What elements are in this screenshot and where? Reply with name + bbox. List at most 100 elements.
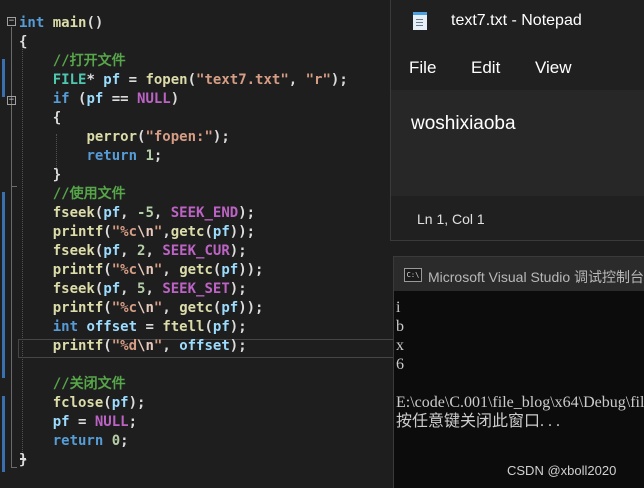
code-token: "fopen:" (145, 129, 213, 145)
code-token: ( (103, 300, 112, 316)
code-token: ); (229, 243, 247, 259)
code-token: //关闭文件 (52, 376, 126, 392)
code-token: , (162, 262, 180, 278)
code-token: 1 (145, 148, 154, 164)
code-token: ftell (162, 319, 205, 335)
console-titlebar[interactable]: C:\ Microsoft Visual Studio 调试控制台 (394, 257, 644, 291)
code-token: pf (103, 243, 121, 259)
code-token: ( (103, 262, 112, 278)
code-token: //打开文件 (52, 53, 126, 69)
code-token: \n (137, 338, 154, 354)
debug-console-window[interactable]: C:\ Microsoft Visual Studio 调试控制台 i b x … (393, 256, 644, 488)
notepad-titlebar[interactable]: text7.txt - Notepad (391, 0, 644, 44)
code-token: ); (330, 72, 348, 88)
notepad-text-area[interactable]: woshixiaoba (391, 90, 644, 196)
code-line[interactable]: FILE* pf = fopen("text7.txt", "r"); (19, 71, 348, 90)
console-icon: C:\ (404, 268, 422, 282)
code-token: ( (69, 91, 87, 107)
code-token: )); (238, 262, 264, 278)
code-line[interactable]: if (pf == NULL) (19, 90, 179, 109)
code-line[interactable]: //使用文件 (19, 185, 126, 204)
code-line[interactable]: //打开文件 (19, 52, 126, 71)
code-line[interactable]: perror("fopen:"); (19, 128, 229, 147)
console-line: 按任意键关闭此窗口. . . (396, 413, 561, 430)
code-token: , (153, 205, 171, 221)
code-line[interactable]: fclose(pf); (19, 394, 146, 413)
code-token: pf (212, 224, 230, 240)
code-line[interactable]: } (19, 166, 61, 185)
watermark: CSDN @xboll2020 (507, 463, 617, 478)
code-line[interactable]: printf("%d\n", offset); (19, 337, 247, 356)
notepad-window[interactable]: text7.txt - Notepad File Edit View woshi… (390, 0, 644, 241)
code-token: fopen (145, 72, 188, 88)
code-token: = (137, 319, 163, 335)
fold-toggle-icon[interactable]: − (7, 96, 16, 105)
notepad-title: text7.txt - Notepad (451, 12, 582, 29)
console-line: 6 (396, 356, 404, 373)
code-token: { (19, 34, 28, 50)
menu-edit[interactable]: Edit (471, 58, 500, 78)
change-marker (2, 192, 5, 378)
code-line[interactable]: int offset = ftell(pf); (19, 318, 247, 337)
code-token: "%c (111, 224, 138, 240)
code-token: printf (52, 262, 104, 278)
code-token: printf (52, 300, 104, 316)
code-token: if (52, 91, 70, 107)
notepad-text: woshixiaoba (411, 113, 516, 134)
code-token: )); (238, 300, 264, 316)
code-token: return (86, 148, 138, 164)
code-token: NULL (137, 91, 171, 107)
menu-file[interactable]: File (409, 58, 436, 78)
code-line[interactable]: return 0; (19, 432, 129, 451)
code-token: fseek (52, 281, 95, 297)
code-token: ( (204, 319, 213, 335)
code-token: ); (229, 338, 247, 354)
code-token: pf (103, 281, 121, 297)
menu-view[interactable]: View (535, 58, 572, 78)
code-line[interactable]: fseek(pf, -5, SEEK_END); (19, 204, 255, 223)
console-output: i b x 6 E:\code\C.001\file_blog\x64\Debu… (396, 298, 644, 431)
code-token: ); (229, 319, 247, 335)
code-line[interactable]: //关闭文件 (19, 375, 126, 394)
notepad-menubar: File Edit View (391, 44, 644, 90)
code-token: ( (187, 72, 197, 88)
code-line[interactable]: printf("%c\n", getc(pf)); (19, 261, 264, 280)
fold-toggle-icon[interactable]: − (7, 17, 16, 26)
code-token: fseek (52, 205, 95, 221)
code-line[interactable]: { (19, 33, 27, 52)
code-line[interactable]: int main() (19, 14, 103, 33)
code-line[interactable]: pf = NULL; (19, 413, 137, 432)
code-token: \n (137, 224, 154, 240)
code-token: int (19, 15, 45, 31)
code-line[interactable]: fseek(pf, 5, SEEK_SET); (19, 280, 247, 299)
console-line: i (396, 299, 401, 316)
code-line[interactable]: fseek(pf, 2, SEEK_CUR); (19, 242, 247, 261)
code-token: NULL (94, 414, 129, 430)
code-token: \n (137, 300, 154, 316)
code-line[interactable]: printf("%c\n",getc(pf)); (19, 223, 255, 242)
code-line[interactable]: } (19, 451, 27, 470)
code-line[interactable]: printf("%c\n", getc(pf)); (19, 299, 264, 318)
code-token: int (52, 319, 79, 335)
code-token: "%d (111, 338, 138, 354)
cursor-position: Ln 1, Col 1 (417, 211, 485, 227)
code-token: printf (52, 338, 104, 354)
code-line[interactable]: return 1; (19, 147, 162, 166)
code-token: main (52, 15, 87, 31)
console-line: b (396, 318, 404, 335)
code-token: * (86, 72, 104, 88)
text-caret (20, 458, 26, 460)
notepad-statusbar: Ln 1, Col 1 (391, 196, 644, 240)
code-line[interactable]: { (19, 109, 61, 128)
